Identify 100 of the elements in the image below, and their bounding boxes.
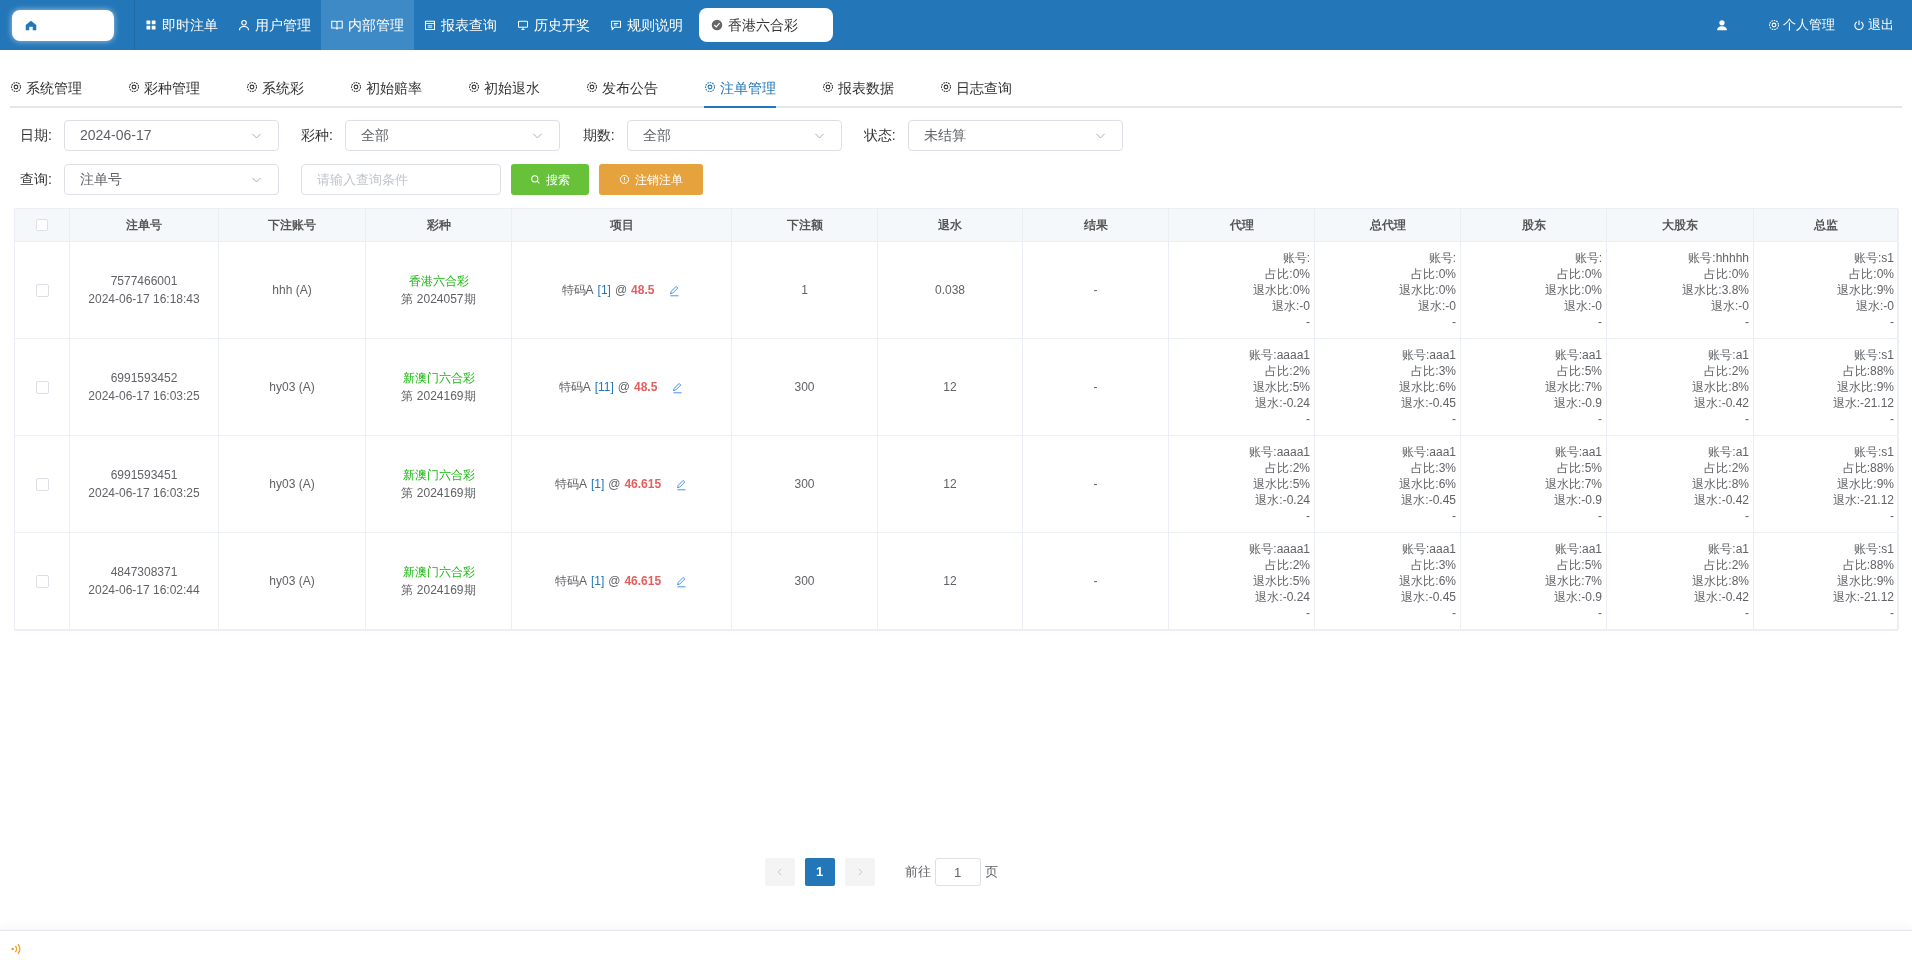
level-detail-text: - bbox=[1890, 314, 1894, 330]
level-detail-text: 占比:2% bbox=[1265, 460, 1310, 476]
level-detail-text: 占比:0% bbox=[1557, 266, 1602, 282]
nav-tab[interactable]: 用户管理 bbox=[228, 0, 321, 50]
level-detail-text: 账号:aaaa1 bbox=[1249, 347, 1310, 363]
amount-text: 300 bbox=[794, 476, 815, 493]
level-detail-text: 退水:-0.24 bbox=[1255, 395, 1310, 411]
level-detail-text: 占比:3% bbox=[1411, 460, 1456, 476]
level-detail-text: 占比:0% bbox=[1411, 266, 1456, 282]
alert-icon bbox=[618, 174, 630, 185]
nav-tab[interactable]: 内部管理 bbox=[321, 0, 414, 50]
page-suffix: 页 bbox=[984, 863, 998, 882]
edit-button[interactable] bbox=[675, 477, 689, 491]
amount-text: 300 bbox=[794, 379, 815, 396]
row-checkbox[interactable] bbox=[35, 477, 49, 491]
column-header: 总监 bbox=[1754, 209, 1899, 241]
level-detail-text: 退水比:7% bbox=[1545, 379, 1602, 395]
select-field[interactable]: 注单号 bbox=[63, 164, 279, 195]
level-detail-text: 退水比:8% bbox=[1692, 476, 1749, 492]
level-detail-text: 占比:3% bbox=[1411, 363, 1456, 379]
edit-button[interactable] bbox=[671, 380, 685, 394]
select-field[interactable]: 全部 bbox=[344, 120, 560, 151]
level-detail-text: 退水比:0% bbox=[1399, 282, 1456, 298]
level-detail-text: 退水比:5% bbox=[1253, 476, 1310, 492]
level-detail-text: 账号:aaaa1 bbox=[1249, 541, 1310, 557]
level-detail-text: 退水:-0.45 bbox=[1401, 395, 1456, 411]
column-header: 大股东 bbox=[1607, 209, 1754, 241]
bet-item: 特码A bbox=[558, 379, 591, 396]
header-link[interactable]: 退出 bbox=[1853, 15, 1894, 35]
check-circle-icon bbox=[711, 19, 723, 31]
level-detail-text: 退水比:5% bbox=[1253, 573, 1310, 589]
rebate-text: 12 bbox=[943, 573, 957, 590]
sub-tab[interactable]: 系统彩 bbox=[246, 78, 304, 106]
level-detail-text: 占比:2% bbox=[1265, 557, 1310, 573]
level-detail-text: 退水:-0.45 bbox=[1401, 492, 1456, 508]
issue-text: 第 2024169期 bbox=[401, 485, 476, 502]
sub-tab[interactable]: 初始退水 bbox=[468, 78, 540, 106]
page-input[interactable]: 1 bbox=[934, 858, 981, 886]
level-detail-text: 账号:a1 bbox=[1708, 444, 1749, 460]
order-time: 2024-06-17 16:18:43 bbox=[88, 291, 200, 308]
order-time: 2024-06-17 16:03:25 bbox=[88, 485, 200, 502]
sub-tab[interactable]: 发布公告 bbox=[586, 78, 658, 106]
level-detail-text: 退水比:3.8% bbox=[1682, 282, 1749, 298]
power-icon bbox=[1853, 19, 1865, 31]
level-detail-text: - bbox=[1598, 314, 1602, 330]
order-time: 2024-06-17 16:03:25 bbox=[88, 388, 200, 405]
sub-tab[interactable]: 报表数据 bbox=[822, 78, 894, 106]
lottery-name: 新澳门六合彩 bbox=[402, 370, 475, 387]
level-detail-text: 退水:-0 bbox=[1272, 298, 1310, 314]
user-button[interactable] bbox=[1716, 19, 1728, 31]
gear-icon bbox=[128, 81, 140, 93]
book-icon bbox=[331, 19, 343, 31]
lottery-selector[interactable]: 香港六合彩 bbox=[699, 8, 833, 42]
rebate-text: 0.038 bbox=[935, 282, 965, 299]
column-header: 注单号 bbox=[70, 209, 219, 241]
next-page-button[interactable] bbox=[844, 858, 875, 886]
nav-tab[interactable]: 即时注单 bbox=[135, 0, 228, 50]
gear-icon bbox=[246, 81, 258, 93]
level-detail-text: 占比:3% bbox=[1411, 557, 1456, 573]
bet-number: [11] bbox=[594, 379, 614, 396]
level-detail-text: 退水比:9% bbox=[1837, 573, 1894, 589]
nav-tab[interactable]: 历史开奖 bbox=[507, 0, 600, 50]
level-detail-text: - bbox=[1598, 508, 1602, 524]
sub-tab[interactable]: 初始赔率 bbox=[350, 78, 422, 106]
pencil-icon bbox=[671, 380, 685, 394]
sub-tab[interactable]: 系统管理 bbox=[10, 78, 82, 106]
header-link[interactable]: 个人管理 bbox=[1768, 15, 1835, 35]
select-all-checkbox[interactable] bbox=[36, 219, 48, 231]
grid-icon bbox=[145, 19, 157, 31]
odds-value: 46.615 bbox=[624, 573, 662, 590]
level-detail-text: 账号:aaa1 bbox=[1401, 444, 1456, 460]
level-detail-text: - bbox=[1306, 411, 1310, 427]
edit-button[interactable] bbox=[668, 283, 682, 297]
column-header: 项目 bbox=[512, 209, 732, 241]
sub-tab[interactable]: 注单管理 bbox=[704, 78, 776, 108]
row-checkbox[interactable] bbox=[35, 283, 49, 297]
level-detail-text: 退水:-21.12 bbox=[1832, 492, 1894, 508]
page-button[interactable]: 1 bbox=[804, 858, 835, 886]
nav-tab[interactable]: 规则说明 bbox=[600, 0, 693, 50]
nav-tab[interactable]: 报表查询 bbox=[414, 0, 507, 50]
level-detail-text: 退水:-0.24 bbox=[1255, 589, 1310, 605]
select-field[interactable]: 2024-06-17 bbox=[63, 120, 279, 151]
sub-tab[interactable]: 彩种管理 bbox=[128, 78, 200, 106]
edit-button[interactable] bbox=[675, 574, 689, 588]
row-checkbox[interactable] bbox=[35, 574, 49, 588]
level-detail-text: - bbox=[1306, 508, 1310, 524]
query-input[interactable]: 请输入查询条件 bbox=[300, 164, 501, 195]
level-detail-text: 退水比:6% bbox=[1399, 476, 1456, 492]
row-checkbox[interactable] bbox=[35, 380, 49, 394]
user-icon bbox=[1716, 19, 1728, 31]
at-sign: @ bbox=[608, 573, 621, 590]
bet-number: [1] bbox=[590, 573, 605, 590]
sub-tab[interactable]: 日志查询 bbox=[940, 78, 1012, 106]
previous-page-button[interactable] bbox=[764, 858, 795, 886]
select-field[interactable]: 全部 bbox=[626, 120, 842, 151]
level-detail-text: 退水比:9% bbox=[1837, 476, 1894, 492]
select-field[interactable]: 未结算 bbox=[907, 120, 1123, 151]
order-time: 2024-06-17 16:02:44 bbox=[88, 582, 200, 599]
home-button[interactable] bbox=[12, 9, 114, 41]
level-detail-text: 账号:s1 bbox=[1854, 347, 1894, 363]
